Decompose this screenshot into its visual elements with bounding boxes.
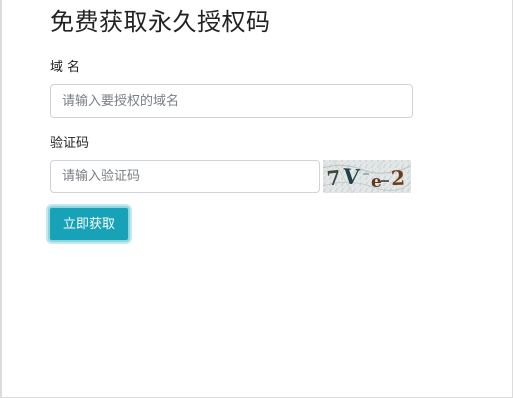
captcha-label: 验证码 [50, 136, 90, 151]
page-title: 免费获取永久授权码 [50, 8, 271, 36]
svg-text:7: 7 [326, 165, 342, 190]
svg-text:2: 2 [390, 166, 405, 191]
captcha-image[interactable]: 7 V e 2 [323, 160, 411, 193]
svg-text:e: e [371, 172, 382, 192]
captcha-picture: 7 V e 2 [323, 160, 411, 193]
svg-text:V: V [341, 163, 361, 189]
get-auth-code-button[interactable]: 立即获取 [48, 206, 130, 242]
captcha-input[interactable] [50, 160, 320, 193]
domain-input[interactable] [50, 84, 413, 118]
page-container: 免费获取永久授权码 域名 验证码 7 V e 2 [0, 0, 513, 398]
domain-label: 域名 [50, 60, 85, 75]
